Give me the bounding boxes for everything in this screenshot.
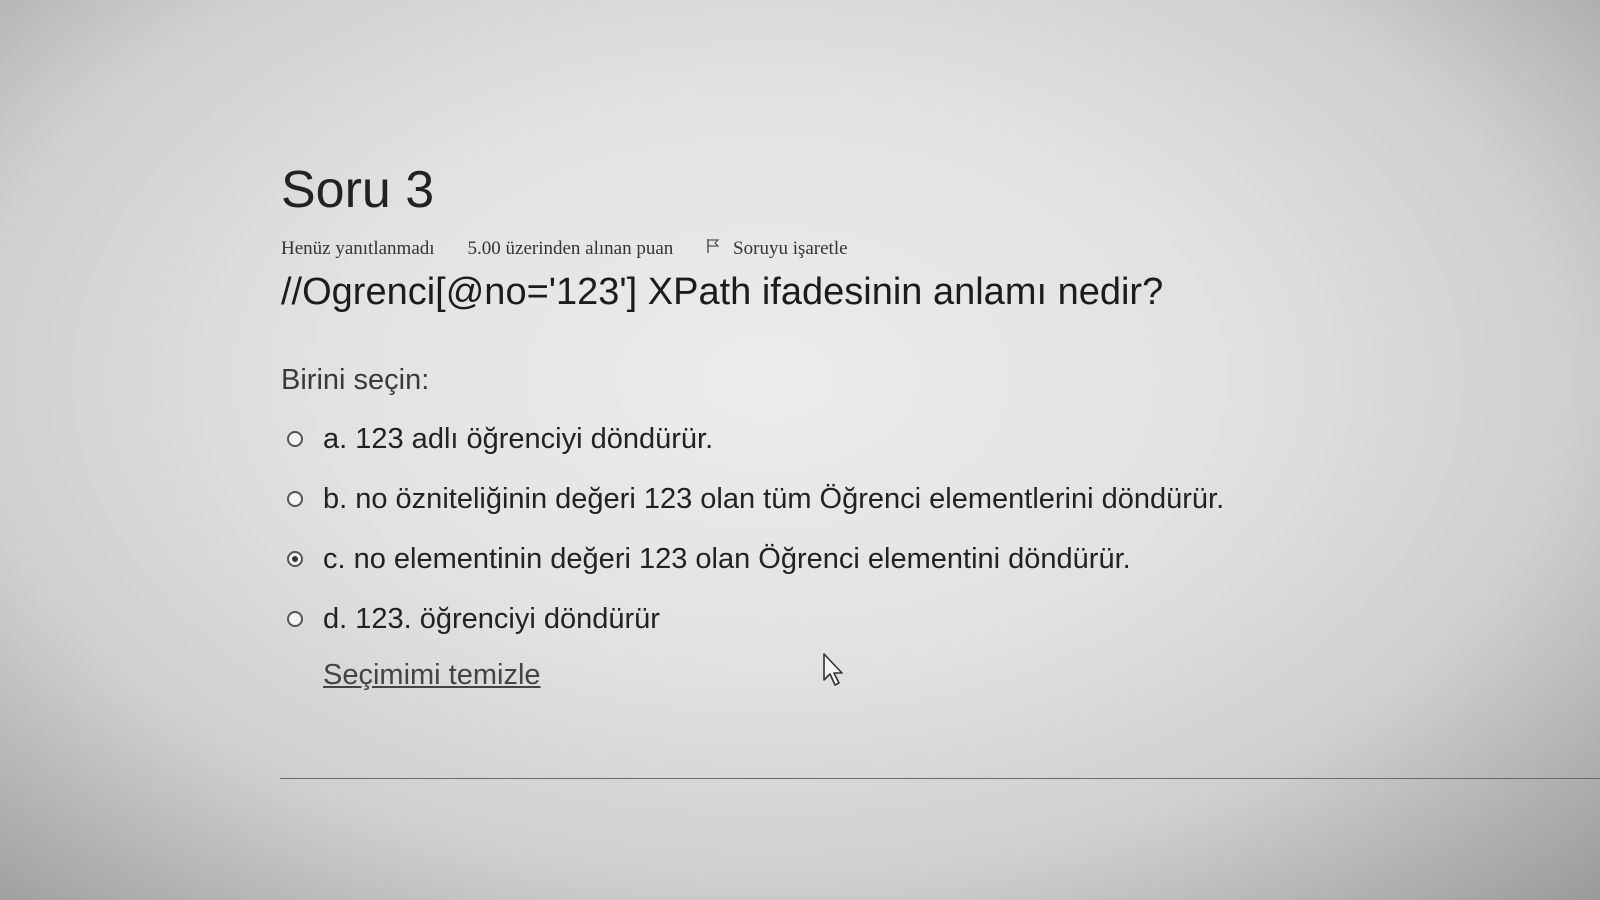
flag-question-link[interactable]: Soruyu işaretle bbox=[706, 238, 848, 260]
answer-list: a. 123 adlı öğrenciyi döndürür. b. no öz… bbox=[281, 409, 1581, 649]
question-grade: 5.00 üzerinden alınan puan bbox=[467, 238, 674, 259]
answer-prompt: Birini seçin: bbox=[281, 364, 430, 396]
answer-b-label[interactable]: b. no özniteliğinin değeri 123 olan tüm … bbox=[323, 483, 1224, 516]
answer-b-radio[interactable] bbox=[287, 491, 303, 507]
flag-question-label: Soruyu işaretle bbox=[733, 238, 848, 259]
mouse-pointer-icon bbox=[822, 652, 848, 688]
answer-c-label[interactable]: c. no elementinin değeri 123 olan Öğrenc… bbox=[323, 543, 1131, 576]
question-container: Soru 3 Henüz yanıtlanmadı 5.00 üzerinden… bbox=[281, 160, 1581, 692]
question-text: //Ogrenci[@no='123'] XPath ifadesinin an… bbox=[281, 271, 1164, 313]
answer-d-label[interactable]: d. 123. öğrenciyi döndürür bbox=[323, 603, 660, 636]
flag-icon bbox=[706, 238, 720, 254]
question-state: Henüz yanıtlanmadı bbox=[281, 238, 435, 259]
question-info: Henüz yanıtlanmadı 5.00 üzerinden alınan… bbox=[281, 238, 1581, 260]
answer-option-b[interactable]: b. no özniteliğinin değeri 123 olan tüm … bbox=[281, 469, 1581, 529]
question-divider bbox=[280, 778, 1600, 779]
answer-a-label[interactable]: a. 123 adlı öğrenciyi döndürür. bbox=[323, 423, 713, 456]
clear-selection-link[interactable]: Seçimimi temizle bbox=[323, 659, 541, 692]
answer-c-radio[interactable] bbox=[287, 551, 303, 567]
question-title: Soru 3 bbox=[281, 161, 435, 219]
answer-option-a[interactable]: a. 123 adlı öğrenciyi döndürür. bbox=[281, 409, 1581, 469]
answer-d-radio[interactable] bbox=[287, 611, 303, 627]
answer-option-c[interactable]: c. no elementinin değeri 123 olan Öğrenc… bbox=[281, 529, 1581, 589]
answer-a-radio[interactable] bbox=[287, 431, 303, 447]
answer-option-d[interactable]: d. 123. öğrenciyi döndürür bbox=[281, 589, 1581, 649]
